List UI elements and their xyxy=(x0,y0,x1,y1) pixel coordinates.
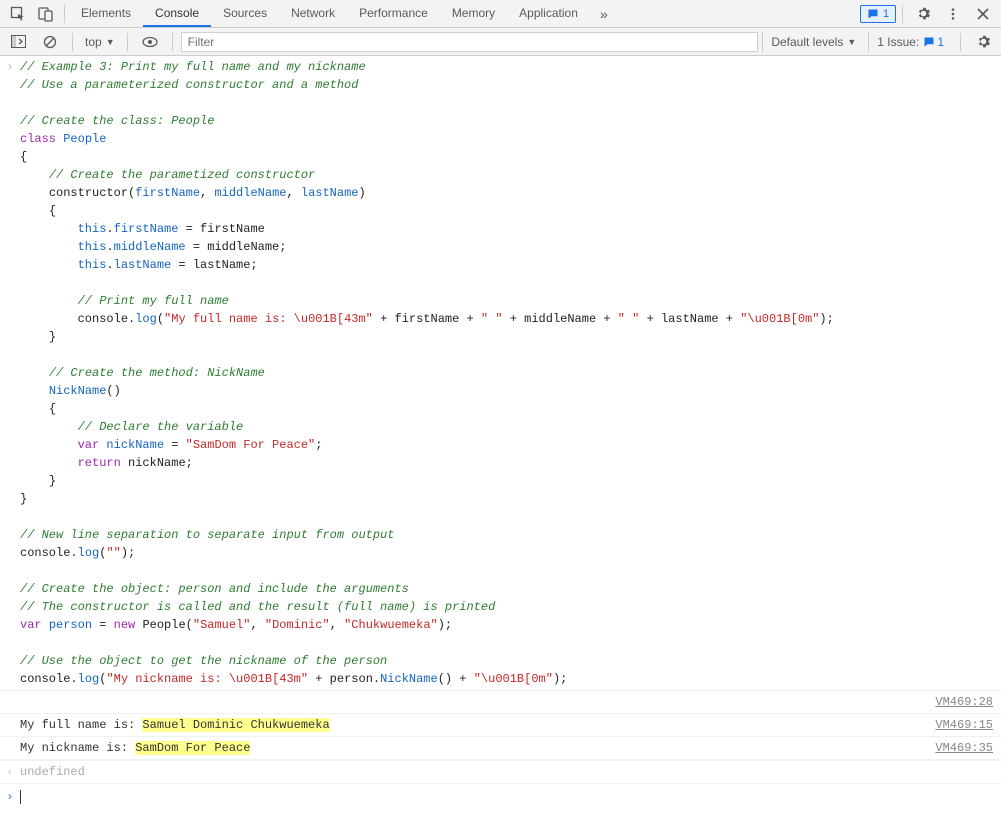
return-value: undefined xyxy=(20,763,1001,781)
kebab-menu-icon[interactable] xyxy=(939,1,967,27)
console-toolbar: top ▼ Default levels ▼ 1 Issue: 1 xyxy=(0,28,1001,56)
divider xyxy=(960,33,961,51)
input-marker-icon: › xyxy=(0,58,20,688)
console-log-row: VM469:28 xyxy=(0,690,1001,714)
source-link[interactable]: VM469:28 xyxy=(929,693,993,711)
return-marker-icon: ‹ xyxy=(0,763,20,781)
tab-performance[interactable]: Performance xyxy=(347,0,440,27)
toolbar-right: 1 xyxy=(860,1,997,27)
issues-button[interactable]: 1 Issue: 1 xyxy=(868,32,952,52)
console-log-row: My full name is: Samuel Dominic Chukwuem… xyxy=(0,714,1001,737)
divider xyxy=(72,33,73,51)
message-icon xyxy=(923,36,935,48)
divider xyxy=(902,5,903,23)
inspect-element-icon[interactable] xyxy=(4,1,32,27)
clear-console-icon[interactable] xyxy=(36,29,64,55)
toggle-device-icon[interactable] xyxy=(32,1,60,27)
settings-icon[interactable] xyxy=(909,1,937,27)
live-expression-icon[interactable] xyxy=(136,29,164,55)
blank-marker xyxy=(0,693,20,711)
console-output: › // Example 3: Print my full name and m… xyxy=(0,56,1001,834)
return-value-row: ‹ undefined xyxy=(0,760,1001,783)
source-link[interactable]: VM469:15 xyxy=(929,716,993,734)
panel-tabs: Elements Console Sources Network Perform… xyxy=(69,0,860,27)
prompt-input[interactable] xyxy=(20,788,1001,806)
source-link[interactable]: VM469:35 xyxy=(929,739,993,757)
levels-label: Default levels xyxy=(771,35,843,49)
log-message: My full name is: Samuel Dominic Chukwuem… xyxy=(20,716,1001,734)
tab-console[interactable]: Console xyxy=(143,0,211,27)
divider xyxy=(64,5,65,23)
console-prompt[interactable]: › xyxy=(0,783,1001,810)
prompt-marker-icon: › xyxy=(0,788,20,806)
message-icon xyxy=(867,8,879,20)
divider xyxy=(127,33,128,51)
tab-application[interactable]: Application xyxy=(507,0,590,27)
execution-context-select[interactable]: top ▼ xyxy=(81,33,119,51)
messages-count: 1 xyxy=(883,8,889,20)
messages-badge[interactable]: 1 xyxy=(860,5,896,23)
blank-marker xyxy=(0,739,20,757)
console-settings-icon[interactable] xyxy=(969,29,997,55)
log-empty xyxy=(20,693,1001,711)
blank-marker xyxy=(0,716,20,734)
devtools-main-toolbar: Elements Console Sources Network Perform… xyxy=(0,0,1001,28)
dropdown-icon: ▼ xyxy=(106,37,115,47)
log-levels-select[interactable]: Default levels ▼ xyxy=(762,32,864,52)
issues-badge: 1 xyxy=(923,35,944,49)
tab-network[interactable]: Network xyxy=(279,0,347,27)
issues-label: 1 Issue: xyxy=(877,35,919,49)
code-block[interactable]: // Example 3: Print my full name and my … xyxy=(20,58,1001,688)
console-input-echo: › // Example 3: Print my full name and m… xyxy=(0,56,1001,690)
tab-elements[interactable]: Elements xyxy=(69,0,143,27)
more-tabs-icon[interactable]: » xyxy=(590,1,618,27)
console-log-row: My nickname is: SamDom For Peace VM469:3… xyxy=(0,737,1001,760)
log-message: My nickname is: SamDom For Peace xyxy=(20,739,1001,757)
dropdown-icon: ▼ xyxy=(847,37,856,47)
close-icon[interactable] xyxy=(969,1,997,27)
tab-memory[interactable]: Memory xyxy=(440,0,507,27)
toggle-sidebar-icon[interactable] xyxy=(4,29,32,55)
context-label: top xyxy=(85,35,102,49)
divider xyxy=(172,33,173,51)
filter-input[interactable] xyxy=(181,32,759,52)
issues-count: 1 xyxy=(937,35,944,49)
tab-sources[interactable]: Sources xyxy=(211,0,279,27)
